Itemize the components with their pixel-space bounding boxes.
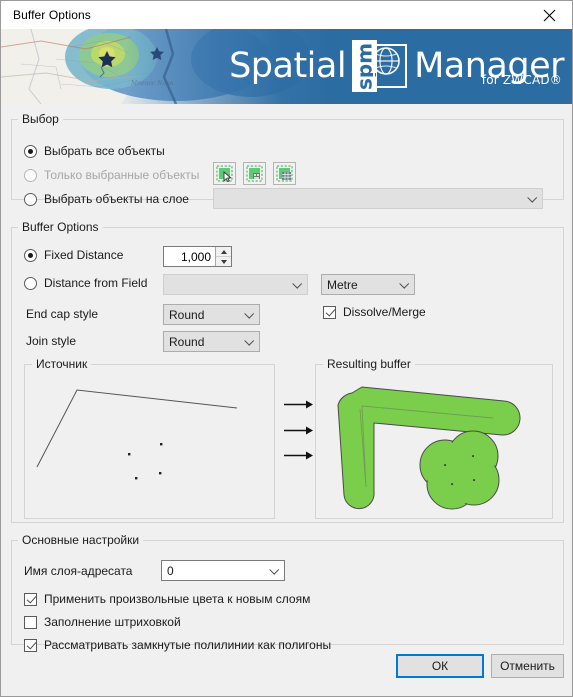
- target-layer-combo[interactable]: 0: [161, 560, 285, 581]
- selection-group-legend: Выбор: [22, 112, 59, 126]
- chevron-down-icon: [244, 308, 255, 319]
- end-cap-style-value: Round: [169, 307, 205, 322]
- result-panel-title: Resulting buffer: [323, 357, 415, 371]
- general-group-legend: Основные настройки: [22, 533, 140, 547]
- checkbox-indicator: [24, 615, 37, 629]
- select-objects-table-button[interactable]: [273, 162, 296, 185]
- logo-word-spatial: Spatial: [229, 45, 347, 86]
- title-bar: Buffer Options: [1, 1, 572, 29]
- dialog-body: Выбор Выбрать все объекты Только выбранн…: [1, 104, 572, 696]
- chevron-down-icon: [399, 278, 410, 289]
- buffer-group-legend: Buffer Options: [22, 220, 99, 234]
- radio-select-all-objects[interactable]: Выбрать все объекты: [24, 144, 165, 158]
- cancel-button-label: Отменить: [500, 659, 555, 673]
- radio-indicator: [24, 248, 37, 262]
- spinner-up-button[interactable]: [216, 247, 231, 257]
- buffer-options-group: Buffer Options Fixed Distance 1,000 Dist…: [11, 220, 564, 523]
- globe-icon: [372, 47, 400, 75]
- product-banner: Mnenoc Nana Spatial spm Manager for: [1, 29, 572, 104]
- window-title: Buffer Options: [13, 8, 91, 22]
- fixed-distance-value: 1,000: [180, 249, 211, 264]
- distance-field-combo[interactable]: [163, 274, 308, 295]
- checkbox-indicator: [24, 592, 37, 606]
- triangle-down-icon: [220, 259, 227, 264]
- radio-indicator: [24, 144, 37, 158]
- chevron-down-icon: [244, 335, 255, 346]
- chevron-down-icon: [292, 278, 303, 289]
- triangle-up-icon: [220, 249, 227, 254]
- units-combo[interactable]: Metre: [321, 274, 415, 295]
- select-objects-icon: [216, 165, 233, 182]
- fixed-distance-spinner[interactable]: 1,000: [163, 246, 232, 267]
- cancel-button[interactable]: Отменить: [491, 654, 564, 678]
- select-objects-by-filter-button[interactable]: [243, 162, 266, 185]
- source-preview-panel: Источник: [24, 357, 275, 519]
- source-panel-title: Источник: [32, 357, 92, 371]
- checkbox-random-colors[interactable]: Применить произвольные цвета к новым сло…: [24, 592, 310, 606]
- spinner-down-button[interactable]: [216, 257, 231, 266]
- radio-label: Только выбранные объекты: [44, 168, 200, 182]
- logo-subtitle: for ZWCAD®: [481, 72, 562, 87]
- checkbox-label: Заполнение штриховкой: [44, 615, 181, 629]
- spatial-manager-logo: Spatial spm Manager for ZWCAD®: [229, 35, 564, 97]
- ok-button-label: ОК: [431, 659, 449, 673]
- radio-select-objects-on-layer[interactable]: Выбрать объекты на слое: [24, 192, 189, 206]
- radio-indicator: [24, 276, 37, 290]
- spinner-arrows[interactable]: [215, 247, 231, 266]
- layer-select-combo[interactable]: [213, 188, 543, 209]
- join-style-combo[interactable]: Round: [163, 331, 260, 352]
- source-preview-graphic: [36, 389, 238, 480]
- chevron-down-icon: [527, 192, 538, 203]
- radio-label: Distance from Field: [44, 276, 148, 290]
- radio-distance-from-field[interactable]: Distance from Field: [24, 276, 147, 290]
- checkbox-label: Применить произвольные цвета к новым сло…: [44, 592, 311, 606]
- general-settings-group: Основные настройки Имя слоя-адресата 0 П…: [11, 533, 564, 652]
- arrow-right-icon: [284, 426, 313, 434]
- radio-indicator: [24, 192, 37, 206]
- radio-label: Выбрать объекты на слое: [44, 192, 189, 206]
- close-icon: [543, 9, 556, 21]
- target-layer-label: Имя слоя-адресата: [24, 564, 133, 578]
- target-layer-value: 0: [167, 563, 174, 578]
- end-cap-style-combo[interactable]: Round: [163, 304, 260, 325]
- buffer-options-dialog: Buffer Options Spatial spm Manager for Z…: [0, 0, 573, 697]
- checkbox-label: Dissolve/Merge: [343, 305, 426, 319]
- select-objects-by-filter-icon: [246, 165, 263, 182]
- arrow-right-icon: [284, 451, 313, 460]
- arrow-right-icon: [284, 400, 313, 409]
- transform-arrows: [282, 399, 314, 461]
- radio-label: Выбрать все объекты: [44, 144, 165, 158]
- checkbox-hatch-fill[interactable]: Заполнение штриховкой: [24, 615, 181, 629]
- units-value: Metre: [327, 277, 358, 292]
- join-style-value: Round: [169, 334, 205, 349]
- radio-indicator: [24, 168, 37, 182]
- logo-mark: spm: [349, 38, 411, 94]
- dialog-footer: ОК Отменить: [1, 644, 572, 696]
- select-objects-button[interactable]: [213, 162, 236, 185]
- selection-group: Выбор Выбрать все объекты Только выбранн…: [11, 112, 564, 209]
- checkbox-dissolve-merge[interactable]: Dissolve/Merge: [323, 305, 426, 319]
- result-preview-panel: Resulting buffer: [315, 357, 553, 519]
- chevron-down-icon: [269, 564, 280, 575]
- ok-button[interactable]: ОК: [396, 654, 484, 678]
- result-preview-graphic: [337, 386, 521, 510]
- radio-only-selected-objects: Только выбранные объекты: [24, 168, 199, 182]
- close-button[interactable]: [527, 1, 572, 29]
- join-style-label: Join style: [26, 334, 77, 348]
- radio-fixed-distance[interactable]: Fixed Distance: [24, 248, 123, 262]
- end-cap-style-label: End cap style: [26, 307, 99, 321]
- radio-label: Fixed Distance: [44, 248, 124, 262]
- select-objects-table-icon: [276, 165, 293, 182]
- checkbox-indicator: [323, 305, 336, 319]
